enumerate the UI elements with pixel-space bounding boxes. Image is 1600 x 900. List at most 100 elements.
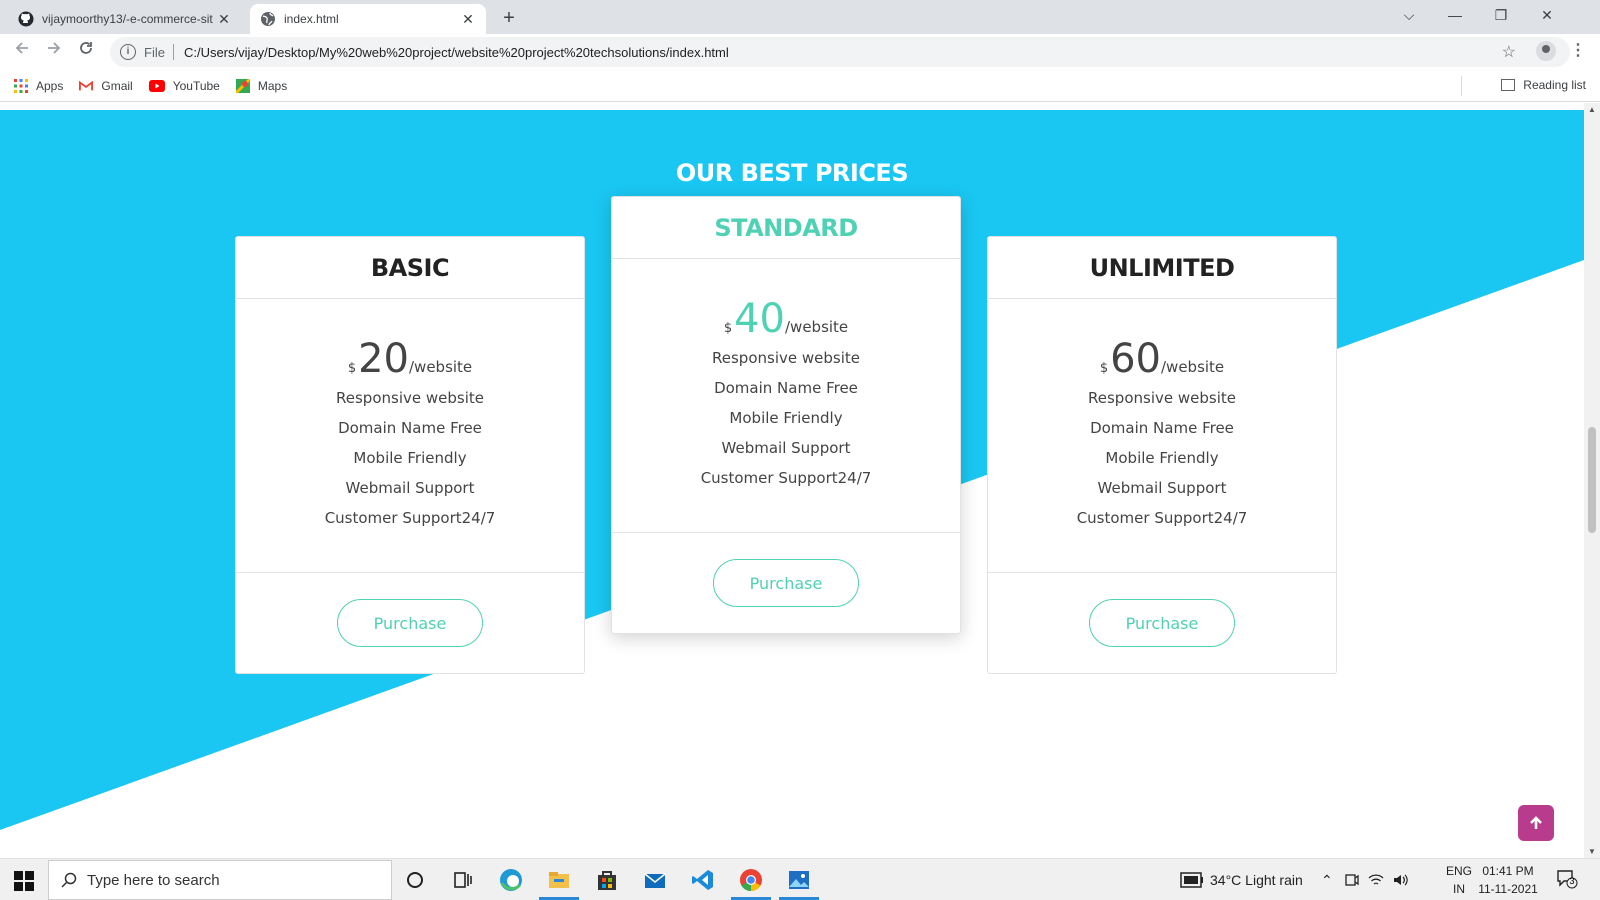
browser-toolbar: i File C:/Users/vijay/Desktop/My%20web%2…: [0, 34, 1600, 70]
weather-text: 34°C Light rain: [1210, 872, 1303, 888]
chrome-icon[interactable]: [738, 867, 764, 893]
search-icon: [61, 872, 77, 888]
store-icon[interactable]: [594, 867, 620, 893]
reading-list-button[interactable]: Reading list: [1501, 78, 1586, 92]
task-view-icon[interactable]: [450, 867, 476, 893]
bookmark-label: Maps: [257, 78, 288, 93]
plan-price: $ 60 /website: [988, 339, 1336, 383]
taskbar-search-box[interactable]: Type here to search: [48, 860, 392, 900]
feature-item: Responsive website: [712, 349, 860, 367]
bookmark-youtube[interactable]: YouTube: [148, 78, 220, 93]
bookmark-label: Apps: [36, 78, 64, 93]
url-text[interactable]: C:/Users/vijay/Desktop/My%20web%20projec…: [184, 45, 729, 60]
photos-icon[interactable]: [786, 867, 812, 893]
tab-search-button[interactable]: ⌵: [1386, 0, 1432, 30]
wifi-icon[interactable]: [1368, 872, 1384, 888]
info-icon[interactable]: i: [120, 44, 136, 60]
feature-item: Mobile Friendly: [353, 449, 467, 467]
forward-button[interactable]: [42, 40, 66, 64]
reload-icon: [80, 42, 92, 54]
price-period: /website: [409, 358, 473, 376]
tab-index[interactable]: index.html ✕: [250, 4, 486, 34]
meet-now-icon[interactable]: [1344, 872, 1360, 888]
feature-item: Webmail Support: [1097, 479, 1227, 497]
currency: $: [1099, 361, 1109, 376]
file-explorer-icon[interactable]: [546, 867, 572, 893]
restore-button[interactable]: ❐: [1478, 0, 1524, 30]
youtube-icon: [148, 79, 165, 92]
language-indicator[interactable]: ENG IN: [1446, 862, 1472, 898]
plan-price: $ 40 /website: [612, 299, 960, 343]
search-placeholder: Type here to search: [87, 871, 220, 889]
vscode-icon[interactable]: [690, 867, 716, 893]
notification-center-button[interactable]: 3: [1556, 869, 1578, 889]
scroll-to-top-button[interactable]: [1518, 805, 1554, 841]
back-button[interactable]: [10, 40, 34, 64]
new-tab-button[interactable]: +: [496, 6, 522, 32]
purchase-button-standard[interactable]: Purchase: [713, 559, 859, 607]
browser-tabstrip: vijaymoorthy13/-e-commerce-sit ✕ index.h…: [0, 0, 1600, 34]
plan-details: $ 40 /website Responsive website Domain …: [612, 259, 960, 533]
apps-grid-icon: [14, 78, 28, 93]
close-window-button[interactable]: ✕: [1524, 0, 1570, 30]
mail-icon[interactable]: [642, 867, 668, 893]
chevron-up-icon[interactable]: ⌃: [1321, 859, 1333, 900]
close-icon[interactable]: ✕: [216, 11, 232, 28]
purchase-button-unlimited[interactable]: Purchase: [1089, 599, 1235, 647]
purchase-button-basic[interactable]: Purchase: [337, 599, 483, 647]
gmail-icon: [79, 80, 94, 90]
arrow-up-icon: [1530, 816, 1542, 829]
plan-details: $ 20 /website Responsive website Domain …: [236, 299, 584, 573]
star-icon[interactable]: ☆: [1502, 42, 1516, 62]
battery-icon[interactable]: [1180, 870, 1204, 890]
bookmark-maps[interactable]: Maps: [235, 78, 288, 93]
reload-button[interactable]: [74, 40, 98, 64]
arrow-left-icon: [15, 42, 28, 54]
cortana-icon[interactable]: [402, 867, 428, 893]
close-icon[interactable]: ✕: [460, 11, 476, 28]
price-amount: 60: [1110, 336, 1161, 382]
plan-price: $ 20 /website: [236, 339, 584, 383]
plan-footer: Purchase: [236, 573, 584, 673]
edge-icon[interactable]: [498, 867, 524, 893]
reading-list-icon: [1501, 79, 1516, 91]
feature-item: Webmail Support: [721, 439, 851, 457]
bookmarks-bar: Apps Gmail YouTube Maps Reading list: [0, 70, 1600, 102]
feature-item: Mobile Friendly: [1105, 449, 1219, 467]
maps-icon: [235, 78, 250, 93]
scroll-up-arrow-icon[interactable]: ▲: [1588, 105, 1596, 114]
tab-title: index.html: [284, 12, 339, 26]
page-scrollbar[interactable]: ▲ ▼: [1584, 103, 1600, 858]
price-amount: 20: [358, 336, 409, 382]
pricing-card-unlimited: UNLIMITED $ 60 /website Responsive websi…: [987, 236, 1337, 674]
windows-start-icon[interactable]: [14, 871, 34, 891]
plan-details: $ 60 /website Responsive website Domain …: [988, 299, 1336, 573]
notification-count: 3: [1569, 876, 1575, 886]
volume-icon[interactable]: [1392, 872, 1408, 888]
scroll-down-arrow-icon[interactable]: ▼: [1588, 847, 1596, 856]
plan-name: STANDARD: [612, 197, 960, 259]
bookmark-label: Gmail: [101, 78, 133, 93]
feature-item: Mobile Friendly: [729, 409, 843, 427]
divider: [172, 44, 174, 60]
plan-name: UNLIMITED: [988, 237, 1336, 299]
tab-github[interactable]: vijaymoorthy13/-e-commerce-sit ✕: [8, 4, 242, 34]
feature-item: Domain Name Free: [338, 419, 482, 437]
weather-widget[interactable]: 34°C Light rain: [1210, 859, 1303, 900]
address-bar[interactable]: i File C:/Users/vijay/Desktop/My%20web%2…: [110, 37, 1570, 67]
profile-icon[interactable]: [1536, 41, 1556, 61]
bookmark-label: YouTube: [172, 78, 220, 93]
currency: $: [723, 321, 733, 336]
bookmark-gmail[interactable]: Gmail: [79, 78, 133, 93]
page-viewport: OUR BEST PRICES BASIC $ 20 /website Resp…: [0, 103, 1584, 858]
reading-list-label: Reading list: [1523, 78, 1586, 92]
bookmark-apps[interactable]: Apps: [14, 78, 64, 93]
taskbar-clock[interactable]: 01:41 PM 11-11-2021: [1478, 862, 1538, 898]
more-menu-icon[interactable]: ⋮: [1570, 40, 1586, 60]
plan-footer: Purchase: [612, 533, 960, 633]
feature-item: Responsive website: [1088, 389, 1236, 407]
minimize-button[interactable]: —: [1432, 0, 1478, 30]
globe-icon: [261, 12, 275, 26]
divider: [1461, 76, 1462, 96]
scrollbar-thumb[interactable]: [1588, 427, 1596, 533]
